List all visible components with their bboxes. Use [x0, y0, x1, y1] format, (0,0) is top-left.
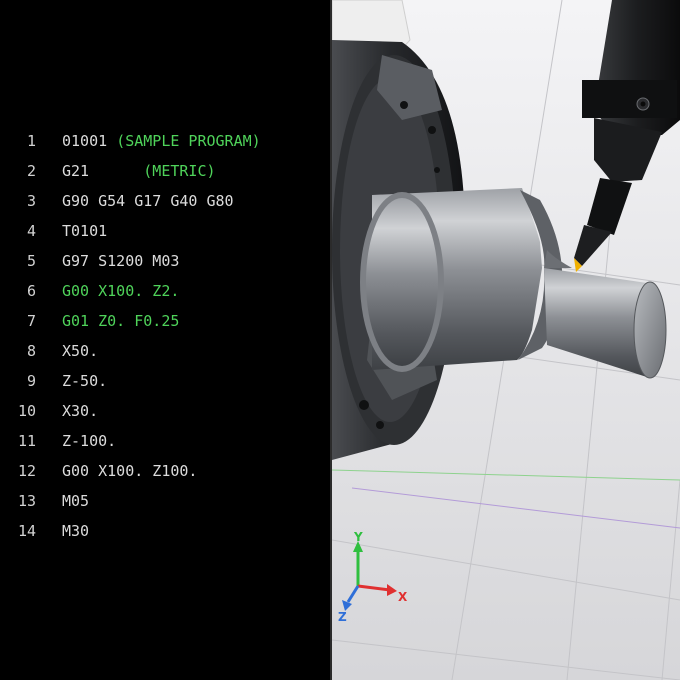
line-code: M05	[62, 486, 89, 516]
line-number: 9	[26, 372, 36, 390]
code-comment: (SAMPLE PROGRAM)	[116, 132, 261, 150]
line-code: X50.	[62, 336, 98, 366]
code-line[interactable]: 9 Z-50.	[0, 366, 330, 396]
code-text: X30.	[62, 402, 99, 420]
code-line[interactable]: 2 G21 (METRIC)	[0, 156, 330, 186]
line-code: T0101	[62, 216, 107, 246]
code-line[interactable]: 12 G00 X100. Z100.	[0, 456, 330, 486]
line-number: 3	[26, 192, 36, 210]
line-number: 12	[17, 462, 36, 480]
line-number: 13	[17, 492, 36, 510]
code-text: G21	[62, 162, 135, 180]
lathe-scene: Y X Z	[332, 0, 680, 680]
line-code: G00 X100. Z100.	[62, 456, 197, 486]
gcode-editor[interactable]: 1 01001 (SAMPLE PROGRAM) 2 G21 (METRIC) 3 G90…	[0, 0, 332, 680]
code-text: T0101	[62, 222, 108, 240]
line-number: 2	[26, 162, 36, 180]
line-number: 7	[26, 312, 36, 330]
line-number: 14	[17, 522, 36, 540]
code-line[interactable]: 14 M30	[0, 516, 330, 546]
code-line[interactable]: 4 T0101	[0, 216, 330, 246]
line-code: G00 X100. Z2.	[62, 276, 179, 306]
code-comment: (METRIC)	[143, 162, 216, 180]
line-code: G90 G54 G17 G40 G80	[62, 186, 234, 216]
3d-viewport[interactable]: Y X Z	[332, 0, 680, 680]
y-axis-label: Y	[353, 530, 363, 544]
code-text: Z-50.	[62, 372, 108, 390]
line-number: 10	[17, 402, 36, 420]
code-text: G01 Z0. F0.25	[62, 312, 180, 330]
code-line[interactable]: 3 G90 G54 G17 G40 G80	[0, 186, 330, 216]
code-text: 01001	[62, 132, 108, 150]
line-code: X30.	[62, 396, 98, 426]
line-number: 6	[26, 282, 36, 300]
line-number: 1	[26, 132, 36, 150]
line-number: 4	[26, 222, 36, 240]
code-line[interactable]: 13 M05	[0, 486, 330, 516]
x-axis-label: X	[398, 590, 408, 604]
code-line[interactable]: 7 G01 Z0. F0.25	[0, 306, 330, 336]
line-code: G21 (METRIC)	[62, 156, 216, 186]
code-text: G97 S1200 M03	[62, 252, 180, 270]
line-code: 01001 (SAMPLE PROGRAM)	[62, 126, 261, 156]
line-number: 11	[17, 432, 36, 450]
line-number: 8	[26, 342, 36, 360]
code-line[interactable]: 11 Z-100.	[0, 426, 330, 456]
code-line[interactable]: 8 X50.	[0, 336, 330, 366]
code-line[interactable]: 10 X30.	[0, 396, 330, 426]
code-text: G90 G54 G17 G40 G80	[62, 192, 234, 210]
code-line[interactable]: 1 01001 (SAMPLE PROGRAM)	[0, 126, 330, 156]
code-text: M30	[62, 522, 90, 540]
code-line[interactable]: 6 G00 X100. Z2.	[0, 276, 330, 306]
cnc-simulator-window: 1 01001 (SAMPLE PROGRAM) 2 G21 (METRIC) 3 G90…	[0, 0, 680, 680]
line-code: G97 S1200 M03	[62, 246, 179, 276]
line-code: G01 Z0. F0.25	[62, 306, 179, 336]
code-text: X50.	[62, 342, 99, 360]
z-axis-label: Z	[338, 610, 347, 624]
code-text: G00 X100. Z2.	[62, 282, 180, 300]
line-number: 5	[26, 252, 36, 270]
line-code: Z-100.	[62, 426, 116, 456]
code-line[interactable]: 5 G97 S1200 M03	[0, 246, 330, 276]
line-code: M30	[62, 516, 89, 546]
code-text: G00 X100. Z100.	[62, 462, 198, 480]
code-text: M05	[62, 492, 90, 510]
line-code: Z-50.	[62, 366, 107, 396]
code-text: Z-100.	[62, 432, 117, 450]
